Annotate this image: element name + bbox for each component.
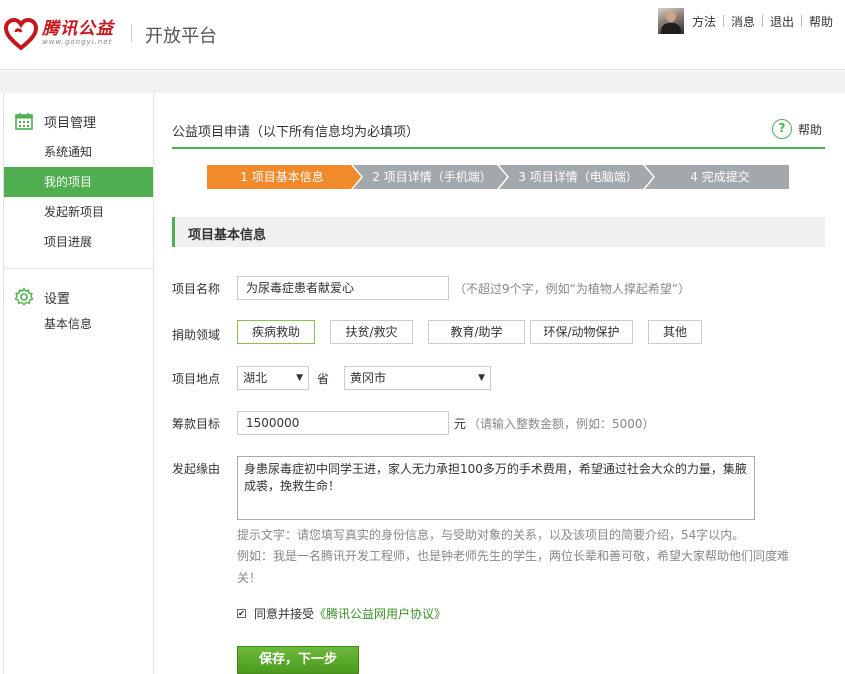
messages-link[interactable]: 消息: [731, 13, 755, 30]
page-header: 公益项目申请（以下所有信息均为必填项） ? 帮助: [172, 119, 825, 149]
sidebar-heading-label: 项目管理: [44, 115, 97, 131]
nav-divider: [800, 15, 802, 27]
top-nav: 方法 消息 退出 帮助: [657, 8, 833, 34]
help-label: 帮助: [797, 122, 822, 137]
user-agreement-link[interactable]: 《腾讯公益网用户协议》: [314, 605, 446, 622]
goal-input[interactable]: 1500000: [237, 411, 449, 435]
field-option-poverty[interactable]: 扶贫/救灾: [330, 320, 413, 344]
sidebar-heading-label: 设置: [44, 291, 71, 307]
help-button[interactable]: ? 帮助: [771, 119, 822, 139]
agreement-row: ✔ 同意并接受 《腾讯公益网用户协议》: [237, 605, 446, 622]
field-label: 捐助领域: [172, 328, 221, 342]
dropdown-arrow-icon: ▼: [478, 373, 485, 383]
sidebar-item-notifications[interactable]: 系统通知: [4, 137, 153, 167]
tip-text: 提示文字：请您填写真实的身份信息，与受助对象的关系，以及该项目的简要介绍，54字…: [237, 528, 745, 542]
step-4: 4 完成提交: [690, 170, 750, 184]
nav-divider: [761, 15, 763, 27]
field-option-environment[interactable]: 环保/动物保护: [530, 320, 633, 344]
reason-label: 发起缘由: [172, 462, 221, 476]
example-text: 例如：我是一名腾讯开发工程师，也是钟老师先生的学生，两位长辈和善可敬，希望大家帮…: [237, 549, 790, 585]
city-value: 黄冈市: [350, 371, 387, 385]
platform-title: 开放平台: [145, 26, 217, 47]
sidebar-heading-project: 项目管理: [4, 109, 153, 133]
sidebar-divider: [4, 268, 153, 269]
section-title: 项目基本信息: [188, 228, 267, 243]
sidebar-item-my-projects[interactable]: 我的项目: [4, 167, 153, 197]
field-option-education[interactable]: 教育/助学: [428, 320, 525, 344]
location-label: 项目地点: [172, 372, 221, 386]
sidebar-section-settings: 设置 基本信息: [4, 285, 153, 339]
province-value: 湖北: [243, 371, 268, 385]
calendar-icon: [15, 113, 33, 130]
goal-hint: （请输入整数金额，例如：5000）: [468, 417, 655, 431]
top-header: 腾讯公益 www.gongyi.net 开放平台 方法 消息 退出 帮助: [0, 0, 845, 70]
city-select[interactable]: 黄冈市 ▼: [344, 366, 491, 390]
sidebar-item-progress[interactable]: 项目进展: [4, 227, 153, 257]
brand-name: 腾讯公益: [42, 19, 114, 39]
dropdown-arrow-icon: ▼: [296, 373, 303, 383]
main-content: 公益项目申请（以下所有信息均为必填项） ? 帮助 1 项目基本信息 2 项目详情…: [172, 93, 825, 674]
sidebar-section-project: 项目管理 系统通知 我的项目 发起新项目 项目进展: [4, 109, 153, 257]
avatar[interactable]: [657, 8, 684, 34]
help-link[interactable]: 帮助: [809, 13, 833, 30]
field-option-other[interactable]: 其他: [648, 320, 702, 344]
nav-divider: [722, 15, 724, 27]
agree-prefix: 同意并接受: [254, 607, 315, 621]
gear-icon: [14, 287, 34, 306]
brand-url: www.gongyi.net: [42, 38, 113, 46]
agree-checkbox[interactable]: ✔: [237, 609, 246, 618]
help-icon: ?: [771, 119, 792, 139]
province-select[interactable]: 湖北 ▼: [237, 366, 309, 390]
sidebar-item-basic-info[interactable]: 基本信息: [4, 309, 153, 339]
sidebar-item-new-project[interactable]: 发起新项目: [4, 197, 153, 227]
step-progress: 1 项目基本信息 2 项目详情（手机端） 3 项目详情（电脑端） 4 完成提交: [207, 165, 789, 189]
sidebar-heading-settings: 设置: [4, 285, 153, 309]
project-name-hint: （不超过9个字，例如“为植物人撑起希望”）: [454, 282, 691, 296]
user-name-link[interactable]: 方法: [692, 13, 716, 30]
step-3: 3 项目详情（电脑端）: [518, 170, 638, 184]
header-band: [0, 71, 845, 93]
reason-textarea[interactable]: 身患尿毒症初中同学王进，家人无力承担100多万的手术费用，希望通过社会大众的力量…: [237, 456, 755, 520]
logout-link[interactable]: 退出: [770, 13, 794, 30]
project-name-label: 项目名称: [172, 282, 221, 296]
step-2: 2 项目详情（手机端）: [372, 170, 492, 184]
project-name-input[interactable]: 为尿毒症患者献爱心: [237, 276, 449, 300]
field-option-disease[interactable]: 疾病救助: [237, 320, 315, 344]
province-suffix: 省: [317, 372, 330, 386]
page-title: 公益项目申请（以下所有信息均为必填项）: [172, 125, 420, 140]
step-1: 1 项目基本信息: [240, 170, 324, 184]
sidebar: 项目管理 系统通知 我的项目 发起新项目 项目进展 设置 基本信息: [3, 93, 154, 674]
brand-divider: [131, 24, 132, 42]
heart-logo-icon: [4, 18, 38, 50]
goal-unit: 元: [454, 417, 467, 431]
section-header: 项目基本信息: [172, 217, 825, 247]
save-next-button[interactable]: 保存，下一步: [237, 646, 359, 674]
goal-label: 筹款目标: [172, 417, 221, 431]
